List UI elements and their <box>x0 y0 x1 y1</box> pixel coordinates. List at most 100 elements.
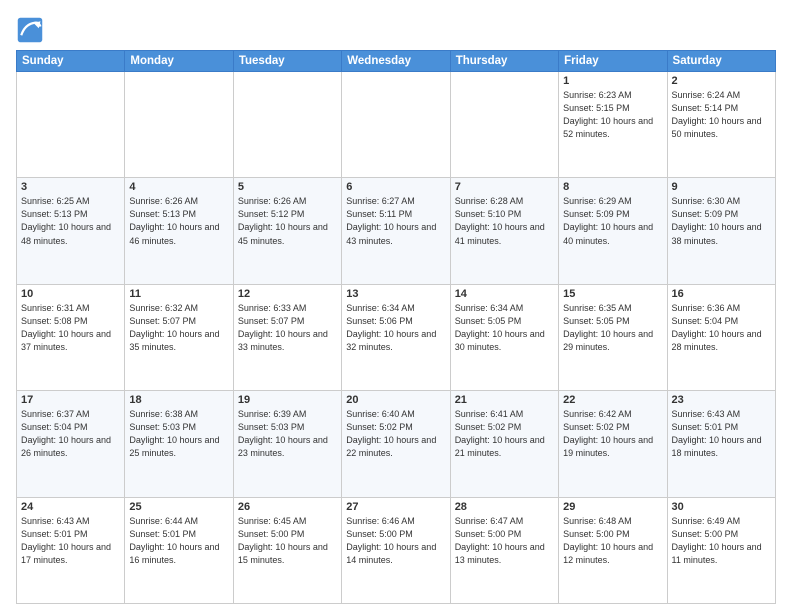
logo <box>16 16 46 44</box>
day-number: 8 <box>563 181 662 193</box>
day-number: 15 <box>563 288 662 300</box>
calendar-cell: 29 Sunrise: 6:48 AMSunset: 5:00 PMDayligh… <box>559 497 667 603</box>
day-number: 1 <box>563 75 662 87</box>
column-header-tuesday: Tuesday <box>233 51 341 72</box>
calendar-cell: 1 Sunrise: 6:23 AMSunset: 5:15 PMDaylight… <box>559 72 667 178</box>
calendar-cell: 27 Sunrise: 6:46 AMSunset: 5:00 PMDayligh… <box>342 497 450 603</box>
day-number: 13 <box>346 288 445 300</box>
cell-info: Sunrise: 6:40 AMSunset: 5:02 PMDaylight:… <box>346 408 445 460</box>
cell-info: Sunrise: 6:32 AMSunset: 5:07 PMDaylight:… <box>129 302 228 354</box>
day-number: 5 <box>238 181 337 193</box>
cell-info: Sunrise: 6:43 AMSunset: 5:01 PMDaylight:… <box>21 515 120 567</box>
cell-info: Sunrise: 6:37 AMSunset: 5:04 PMDaylight:… <box>21 408 120 460</box>
logo-icon <box>16 16 44 44</box>
calendar-cell: 28 Sunrise: 6:47 AMSunset: 5:00 PMDayligh… <box>450 497 558 603</box>
cell-info: Sunrise: 6:41 AMSunset: 5:02 PMDaylight:… <box>455 408 554 460</box>
cell-info: Sunrise: 6:26 AMSunset: 5:13 PMDaylight:… <box>129 195 228 247</box>
day-number: 9 <box>672 181 771 193</box>
day-number: 29 <box>563 501 662 513</box>
day-number: 4 <box>129 181 228 193</box>
column-header-sunday: Sunday <box>17 51 125 72</box>
cell-info: Sunrise: 6:28 AMSunset: 5:10 PMDaylight:… <box>455 195 554 247</box>
cell-info: Sunrise: 6:30 AMSunset: 5:09 PMDaylight:… <box>672 195 771 247</box>
day-number: 21 <box>455 394 554 406</box>
day-number: 28 <box>455 501 554 513</box>
day-number: 26 <box>238 501 337 513</box>
day-number: 17 <box>21 394 120 406</box>
cell-info: Sunrise: 6:34 AMSunset: 5:06 PMDaylight:… <box>346 302 445 354</box>
calendar-cell <box>17 72 125 178</box>
calendar-cell: 11 Sunrise: 6:32 AMSunset: 5:07 PMDayligh… <box>125 284 233 390</box>
cell-info: Sunrise: 6:39 AMSunset: 5:03 PMDaylight:… <box>238 408 337 460</box>
cell-info: Sunrise: 6:25 AMSunset: 5:13 PMDaylight:… <box>21 195 120 247</box>
day-number: 30 <box>672 501 771 513</box>
day-number: 25 <box>129 501 228 513</box>
day-number: 27 <box>346 501 445 513</box>
day-number: 19 <box>238 394 337 406</box>
cell-info: Sunrise: 6:23 AMSunset: 5:15 PMDaylight:… <box>563 89 662 141</box>
day-number: 18 <box>129 394 228 406</box>
calendar-cell: 13 Sunrise: 6:34 AMSunset: 5:06 PMDayligh… <box>342 284 450 390</box>
day-number: 11 <box>129 288 228 300</box>
calendar-cell: 30 Sunrise: 6:49 AMSunset: 5:00 PMDayligh… <box>667 497 775 603</box>
calendar-cell: 25 Sunrise: 6:44 AMSunset: 5:01 PMDayligh… <box>125 497 233 603</box>
calendar-cell: 18 Sunrise: 6:38 AMSunset: 5:03 PMDayligh… <box>125 391 233 497</box>
day-number: 22 <box>563 394 662 406</box>
day-number: 24 <box>21 501 120 513</box>
calendar-cell <box>125 72 233 178</box>
column-header-saturday: Saturday <box>667 51 775 72</box>
calendar-cell: 8 Sunrise: 6:29 AMSunset: 5:09 PMDaylight… <box>559 178 667 284</box>
calendar-table: SundayMondayTuesdayWednesdayThursdayFrid… <box>16 50 776 604</box>
calendar-cell: 6Sunrise: 6:27 AMSunset: 5:11 PMDaylight… <box>342 178 450 284</box>
page: SundayMondayTuesdayWednesdayThursdayFrid… <box>0 0 792 612</box>
cell-info: Sunrise: 6:33 AMSunset: 5:07 PMDaylight:… <box>238 302 337 354</box>
cell-info: Sunrise: 6:43 AMSunset: 5:01 PMDaylight:… <box>672 408 771 460</box>
cell-info: Sunrise: 6:49 AMSunset: 5:00 PMDaylight:… <box>672 515 771 567</box>
calendar-cell: 10 Sunrise: 6:31 AMSunset: 5:08 PMDayligh… <box>17 284 125 390</box>
day-number: 7 <box>455 181 554 193</box>
calendar-cell: 9 Sunrise: 6:30 AMSunset: 5:09 PMDaylight… <box>667 178 775 284</box>
calendar-cell: 22 Sunrise: 6:42 AMSunset: 5:02 PMDayligh… <box>559 391 667 497</box>
column-header-thursday: Thursday <box>450 51 558 72</box>
cell-info: Sunrise: 6:44 AMSunset: 5:01 PMDaylight:… <box>129 515 228 567</box>
calendar-cell: 19 Sunrise: 6:39 AMSunset: 5:03 PMDayligh… <box>233 391 341 497</box>
cell-info: Sunrise: 6:26 AMSunset: 5:12 PMDaylight:… <box>238 195 337 247</box>
calendar-cell: 17 Sunrise: 6:37 AMSunset: 5:04 PMDayligh… <box>17 391 125 497</box>
day-number: 20 <box>346 394 445 406</box>
day-number: 3 <box>21 181 120 193</box>
cell-info: Sunrise: 6:35 AMSunset: 5:05 PMDaylight:… <box>563 302 662 354</box>
cell-info: Sunrise: 6:29 AMSunset: 5:09 PMDaylight:… <box>563 195 662 247</box>
week-row-1: 1 Sunrise: 6:23 AMSunset: 5:15 PMDaylight… <box>17 72 776 178</box>
day-number: 16 <box>672 288 771 300</box>
week-row-2: 3 Sunrise: 6:25 AMSunset: 5:13 PMDaylight… <box>17 178 776 284</box>
day-number: 12 <box>238 288 337 300</box>
calendar-header-row: SundayMondayTuesdayWednesdayThursdayFrid… <box>17 51 776 72</box>
week-row-3: 10 Sunrise: 6:31 AMSunset: 5:08 PMDayligh… <box>17 284 776 390</box>
cell-info: Sunrise: 6:45 AMSunset: 5:00 PMDaylight:… <box>238 515 337 567</box>
day-number: 14 <box>455 288 554 300</box>
cell-info: Sunrise: 6:46 AMSunset: 5:00 PMDaylight:… <box>346 515 445 567</box>
day-number: 23 <box>672 394 771 406</box>
calendar-cell: 20 Sunrise: 6:40 AMSunset: 5:02 PMDayligh… <box>342 391 450 497</box>
cell-info: Sunrise: 6:47 AMSunset: 5:00 PMDaylight:… <box>455 515 554 567</box>
cell-info: Sunrise: 6:38 AMSunset: 5:03 PMDaylight:… <box>129 408 228 460</box>
calendar-cell: 12 Sunrise: 6:33 AMSunset: 5:07 PMDayligh… <box>233 284 341 390</box>
column-header-friday: Friday <box>559 51 667 72</box>
week-row-5: 24 Sunrise: 6:43 AMSunset: 5:01 PMDayligh… <box>17 497 776 603</box>
week-row-4: 17 Sunrise: 6:37 AMSunset: 5:04 PMDayligh… <box>17 391 776 497</box>
calendar-cell: 23 Sunrise: 6:43 AMSunset: 5:01 PMDayligh… <box>667 391 775 497</box>
calendar-cell <box>342 72 450 178</box>
calendar-cell: 16Sunrise: 6:36 AMSunset: 5:04 PMDayligh… <box>667 284 775 390</box>
calendar-cell <box>233 72 341 178</box>
calendar-cell: 26 Sunrise: 6:45 AMSunset: 5:00 PMDayligh… <box>233 497 341 603</box>
day-number: 6 <box>346 181 445 193</box>
cell-info: Sunrise: 6:48 AMSunset: 5:00 PMDaylight:… <box>563 515 662 567</box>
calendar-cell: 15 Sunrise: 6:35 AMSunset: 5:05 PMDayligh… <box>559 284 667 390</box>
cell-info: Sunrise: 6:42 AMSunset: 5:02 PMDaylight:… <box>563 408 662 460</box>
column-header-monday: Monday <box>125 51 233 72</box>
day-number: 10 <box>21 288 120 300</box>
day-number: 2 <box>672 75 771 87</box>
calendar-cell: 3 Sunrise: 6:25 AMSunset: 5:13 PMDaylight… <box>17 178 125 284</box>
calendar-cell: 14Sunrise: 6:34 AMSunset: 5:05 PMDayligh… <box>450 284 558 390</box>
cell-info: Sunrise: 6:31 AMSunset: 5:08 PMDaylight:… <box>21 302 120 354</box>
